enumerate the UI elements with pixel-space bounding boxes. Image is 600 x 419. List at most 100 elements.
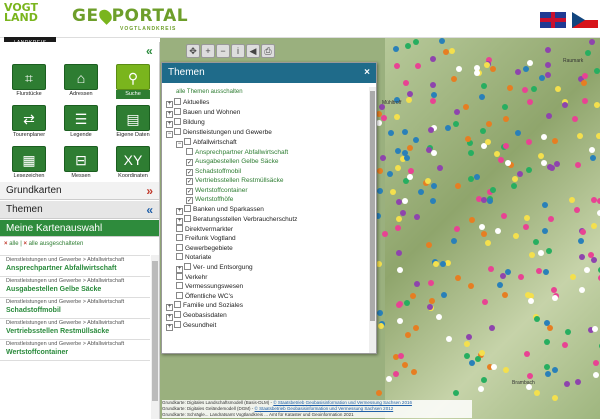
map-marker[interactable] [395,216,402,223]
expand-icon[interactable]: + [166,120,173,128]
map-marker[interactable] [478,223,485,230]
map-marker[interactable] [574,379,581,386]
map-marker[interactable] [543,338,550,345]
map-marker[interactable] [579,253,586,260]
map-marker[interactable] [524,291,531,298]
section-grundkarten[interactable]: Grundkarten » [0,182,159,200]
map-marker[interactable] [537,249,544,256]
layer-checkbox[interactable] [174,311,181,318]
map-marker[interactable] [427,126,434,133]
map-marker[interactable] [376,188,383,195]
tool-button-legend[interactable]: ☰ Legende [56,105,106,143]
map-marker[interactable] [462,104,469,111]
tool-button-search[interactable]: ⚲ Suche [108,64,158,102]
map-marker[interactable] [530,86,537,93]
map-marker[interactable] [444,125,451,132]
list-item[interactable]: Dienstleistungen und Gewerbe > Abfallwir… [0,340,150,361]
select-all-link[interactable]: alle [9,241,18,247]
map-marker[interactable] [429,97,436,104]
map-marker[interactable] [481,230,488,237]
layer-checkbox[interactable] [174,97,181,105]
layer-checkbox[interactable] [176,253,183,260]
map-marker[interactable] [393,62,400,69]
layer-checkbox[interactable]: ✓ [186,187,193,195]
map-marker[interactable] [429,197,436,204]
map-marker[interactable] [395,164,402,171]
tree-row[interactable]: Ansprechpartner Abfallwirtschaft [166,147,366,158]
map-marker[interactable] [522,65,529,72]
list-item[interactable]: Dienstleistungen und Gewerbe > Abfallwir… [0,256,150,277]
map-marker[interactable] [401,149,408,156]
map-marker[interactable] [561,102,568,109]
map-marker[interactable] [596,133,600,140]
map-marker[interactable] [380,114,387,121]
map-marker[interactable] [468,359,475,366]
tree-row[interactable]: Gewerbegebiete [166,243,366,254]
map-marker[interactable] [431,91,438,98]
map-marker[interactable] [480,196,487,203]
map-marker[interactable] [455,65,462,72]
map-marker[interactable] [522,224,529,231]
map-marker[interactable] [412,137,419,144]
map-marker[interactable] [594,101,600,108]
remove-disabled-icon[interactable]: × [23,241,27,247]
tree-row[interactable]: ✓ Wertstoffhöfe [166,195,366,205]
sidebar-scrollbar[interactable] [151,255,159,419]
english-flag-icon[interactable] [540,12,566,28]
map-marker[interactable] [494,228,501,235]
map-marker[interactable] [480,83,487,90]
layer-checkbox[interactable] [184,262,191,270]
list-item[interactable]: Dienstleistungen und Gewerbe > Abfallwir… [0,298,150,319]
map-marker[interactable] [544,370,551,377]
map-marker[interactable] [483,61,490,68]
tree-row[interactable]: + Bildung [166,117,366,128]
layer-checkbox[interactable] [176,272,183,280]
map-marker[interactable] [527,298,534,305]
themes-scrollbar[interactable] [369,87,376,353]
map-marker[interactable] [432,261,439,268]
info-icon[interactable]: i [231,44,245,58]
map-marker[interactable] [403,300,410,307]
map-marker[interactable] [386,170,393,177]
map-marker[interactable] [485,120,492,127]
map-marker[interactable] [577,237,584,244]
map-marker[interactable] [413,213,420,220]
tree-row[interactable]: Vermessungswesen [166,282,366,292]
map-marker[interactable] [589,154,596,161]
attribution-link[interactable]: © Staatsbetrieb Geobasisinformation und … [255,406,394,411]
expand-icon[interactable]: + [166,100,173,108]
map-marker[interactable] [453,389,460,396]
layer-checkbox[interactable] [174,127,181,135]
map-marker[interactable] [544,46,551,53]
layer-checkbox[interactable] [174,107,181,115]
pan-icon[interactable]: ✥ [186,44,200,58]
map-marker[interactable] [503,115,510,122]
tool-button-bookmark[interactable]: ▦ Lesezeichen [4,146,54,184]
map-marker[interactable] [412,39,419,46]
map-marker[interactable] [526,166,533,173]
map-marker[interactable] [576,133,583,140]
tree-row[interactable]: Direktvermarkter [166,224,366,235]
map-marker[interactable] [543,268,550,275]
themes-panel-title[interactable]: Themen × [162,63,376,83]
tool-button-ruler[interactable]: ⊟ Messen [56,146,106,184]
map-marker[interactable] [588,38,595,45]
layer-checkbox[interactable] [186,147,193,155]
map-marker[interactable] [464,135,471,142]
prev-view-icon[interactable]: ◀ [246,44,260,58]
map-marker[interactable] [406,174,413,180]
map-marker[interactable] [588,147,595,154]
map-marker[interactable] [592,371,599,378]
map-marker[interactable] [474,355,481,362]
map-marker[interactable] [527,372,534,379]
tree-row[interactable]: Verkehr [166,272,366,283]
map-marker[interactable] [427,279,434,286]
section-meine-kartenauswahl[interactable]: Meine Kartenauswahl [0,220,159,237]
tool-button-route[interactable]: ⇄ Tourenplaner [4,105,54,143]
map-marker[interactable] [435,313,442,320]
layer-checkbox[interactable] [176,282,183,289]
map-marker[interactable] [394,147,401,154]
map-marker[interactable] [393,45,400,52]
list-item[interactable]: Dienstleistungen und Gewerbe > Abfallwir… [0,277,150,298]
map-marker[interactable] [510,182,517,189]
